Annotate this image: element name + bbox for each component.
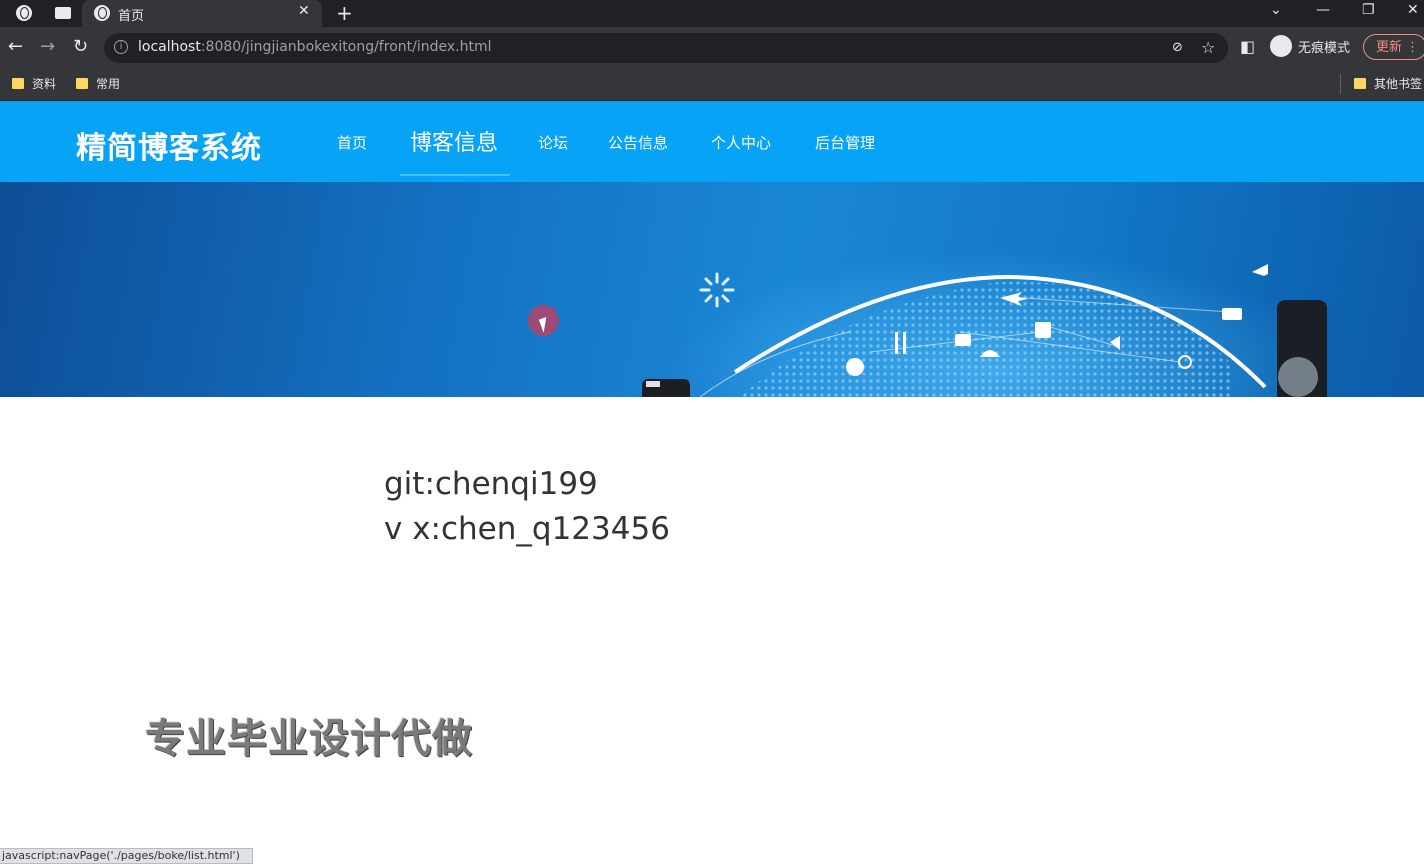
other-bookmarks-label: 其他书签 <box>1374 77 1423 91</box>
incognito-indicator[interactable]: 无痕模式 <box>1270 35 1350 57</box>
bookmark-label: 资料 <box>32 77 57 91</box>
bookmark-folder-ziliao[interactable]: 资料 <box>12 75 56 92</box>
other-bookmarks[interactable]: 其他书签 <box>1354 75 1422 92</box>
link-status-bubble: javascript:navPage('./pages/boke/list.ht… <box>0 848 253 864</box>
contact-git: git:chenqi199 <box>384 466 598 502</box>
banner-graphic <box>642 252 1330 397</box>
update-button[interactable]: 更新 ⋮ <box>1363 34 1424 60</box>
browser-toolbar: ← → ↻ i localhost:8080/jingjianbokexiton… <box>0 27 1424 69</box>
tab-search-icon[interactable] <box>55 7 71 19</box>
nav-forum[interactable]: 论坛 <box>538 132 568 153</box>
site-logo[interactable]: 精简博客系统 <box>76 123 262 167</box>
side-panel-icon[interactable]: ◧ <box>1240 36 1255 58</box>
nav-admin[interactable]: 后台管理 <box>815 132 875 153</box>
tab-title: 首页 <box>118 9 145 24</box>
contact-info: git:chenqi199 v x:chen_q123456 <box>384 462 670 552</box>
nav-blog-info[interactable]: 博客信息 <box>410 125 498 157</box>
restore-icon[interactable]: ❐ <box>1362 2 1375 18</box>
reload-icon[interactable]: ↻ <box>73 36 88 58</box>
site-info-icon[interactable]: i <box>114 40 128 54</box>
forward-icon[interactable]: → <box>40 36 55 58</box>
translate-blocked-icon[interactable]: ⊘ <box>1172 40 1183 55</box>
nav-profile[interactable]: 个人中心 <box>711 132 771 153</box>
update-label: 更新 <box>1376 40 1403 55</box>
back-icon[interactable]: ← <box>8 36 23 58</box>
hero-banner <box>0 182 1424 397</box>
bookmark-star-icon[interactable]: ☆ <box>1201 38 1215 57</box>
bookmark-folder-changyong[interactable]: 常用 <box>76 75 120 92</box>
new-tab-icon[interactable]: + <box>336 0 353 26</box>
site-header: 精简博客系统 首页 博客信息 论坛 公告信息 个人中心 后台管理 <box>0 101 1424 182</box>
promo-text: 专业毕业设计代做 <box>145 716 473 762</box>
folder-icon <box>1354 78 1366 89</box>
tab-list-chevron-icon[interactable]: ⌄ <box>1270 2 1282 18</box>
bookmark-label: 常用 <box>96 77 121 91</box>
folder-icon <box>76 78 88 89</box>
contact-wechat: v x:chen_q123456 <box>384 511 670 547</box>
minimize-icon[interactable]: — <box>1316 2 1330 18</box>
bookmarks-bar: 资料 常用 其他书签 <box>0 69 1424 101</box>
incognito-icon <box>1270 35 1292 57</box>
browser-tabstrip: 首页 ✕ + ⌄ — ❐ ✕ <box>0 0 1424 27</box>
nav-home[interactable]: 首页 <box>337 132 367 153</box>
globe-icon[interactable] <box>16 5 32 21</box>
tab-close-icon[interactable]: ✕ <box>298 3 310 19</box>
nav-announcements[interactable]: 公告信息 <box>608 132 668 153</box>
loading-spinner-icon <box>699 272 735 308</box>
bookmarks-divider <box>1340 74 1341 94</box>
nav-active-underline <box>400 174 510 176</box>
address-bar[interactable]: i localhost:8080/jingjianbokexitong/fron… <box>104 33 1228 63</box>
incognito-label: 无痕模式 <box>1298 40 1351 56</box>
close-window-icon[interactable]: ✕ <box>1407 2 1419 18</box>
folder-icon <box>12 78 24 89</box>
tab-favicon-icon <box>94 5 110 21</box>
url-text[interactable]: localhost:8080/jingjianbokexitong/front/… <box>138 39 491 55</box>
